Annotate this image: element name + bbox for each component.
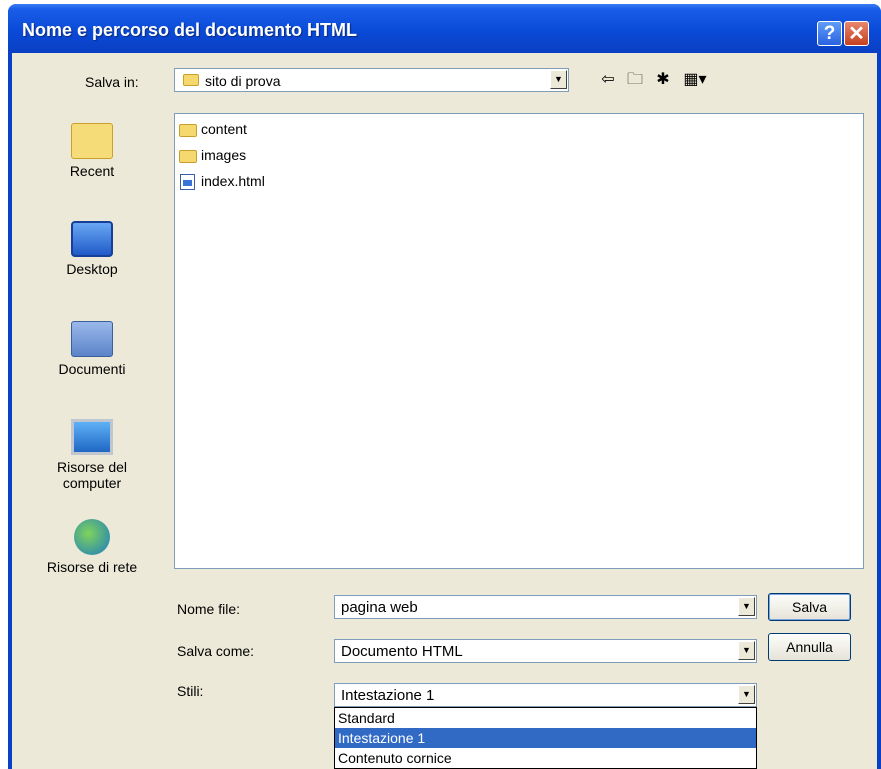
- styles-dropdown-list: Standard Intestazione 1 Contenuto cornic…: [334, 707, 757, 769]
- folder-icon: [183, 74, 199, 86]
- recent-folder-icon: [71, 123, 113, 159]
- save-as-label: Salva come:: [177, 643, 255, 659]
- save-in-combo[interactable]: sito di prova ▼: [174, 68, 569, 92]
- save-dialog: Nome e percorso del documento HTML ? ✕ S…: [8, 4, 881, 769]
- places-bar: Recent Desktop Documenti Risorse del com…: [12, 103, 172, 623]
- html-file-icon: [180, 174, 195, 190]
- place-desktop[interactable]: Desktop: [22, 221, 162, 277]
- window-title: Nome e percorso del documento HTML: [22, 20, 358, 40]
- file-name: index.html: [201, 173, 265, 189]
- place-label: Risorse di rete: [46, 559, 138, 575]
- filename-field[interactable]: pagina web ▼: [334, 595, 757, 619]
- save-button[interactable]: Salva: [768, 593, 851, 621]
- chevron-down-icon[interactable]: ▼: [738, 597, 755, 616]
- folder-icon: [179, 150, 197, 163]
- place-recent[interactable]: Recent: [22, 123, 162, 179]
- chevron-down-icon[interactable]: ▼: [738, 685, 755, 704]
- desktop-icon: [71, 221, 113, 257]
- back-arrow-icon[interactable]: ⇦: [597, 69, 619, 91]
- place-computer[interactable]: Risorse del computer: [22, 419, 162, 491]
- file-list[interactable]: content images index.html: [174, 113, 864, 569]
- new-folder-icon[interactable]: ✱: [652, 69, 674, 91]
- chevron-down-icon[interactable]: ▼: [550, 70, 567, 89]
- place-documents[interactable]: Documenti: [22, 321, 162, 377]
- dialog-body: Salva in: sito di prova ▼ ⇦ 🗀 ✱ ▦▾ Recen…: [12, 53, 877, 769]
- place-label: Desktop: [66, 261, 118, 277]
- filename-value: pagina web: [341, 599, 418, 616]
- dropdown-option-selected[interactable]: Intestazione 1: [335, 728, 756, 748]
- dropdown-option[interactable]: Contenuto cornice: [335, 748, 756, 768]
- styles-label: Stili:: [177, 683, 204, 699]
- save-as-value: Documento HTML: [341, 643, 463, 660]
- title-bar[interactable]: Nome e percorso del documento HTML ? ✕: [8, 4, 881, 53]
- save-as-select[interactable]: Documento HTML ▼: [334, 639, 757, 663]
- folder-icon: [179, 124, 197, 137]
- place-label: Documenti: [58, 361, 126, 377]
- file-name: images: [201, 147, 247, 163]
- network-icon: [74, 519, 110, 555]
- chevron-down-icon[interactable]: ▼: [738, 641, 755, 660]
- help-button[interactable]: ?: [817, 21, 842, 46]
- styles-value: Intestazione 1: [341, 687, 435, 704]
- view-menu-icon[interactable]: ▦▾: [680, 69, 710, 91]
- dropdown-option[interactable]: Standard: [335, 708, 756, 728]
- cancel-button[interactable]: Annulla: [768, 633, 851, 661]
- place-network[interactable]: Risorse di rete: [22, 519, 162, 575]
- styles-select[interactable]: Intestazione 1 ▼: [334, 683, 757, 707]
- documents-icon: [71, 321, 113, 357]
- file-name: content: [201, 121, 247, 137]
- computer-icon: [71, 419, 113, 455]
- place-label: Risorse del computer: [56, 459, 128, 491]
- up-folder-icon[interactable]: 🗀: [624, 69, 646, 91]
- filename-label: Nome file:: [177, 601, 241, 617]
- place-label: Recent: [69, 163, 115, 179]
- save-in-label: Salva in:: [85, 74, 139, 90]
- close-button[interactable]: ✕: [844, 21, 869, 46]
- save-in-value: sito di prova: [205, 73, 281, 89]
